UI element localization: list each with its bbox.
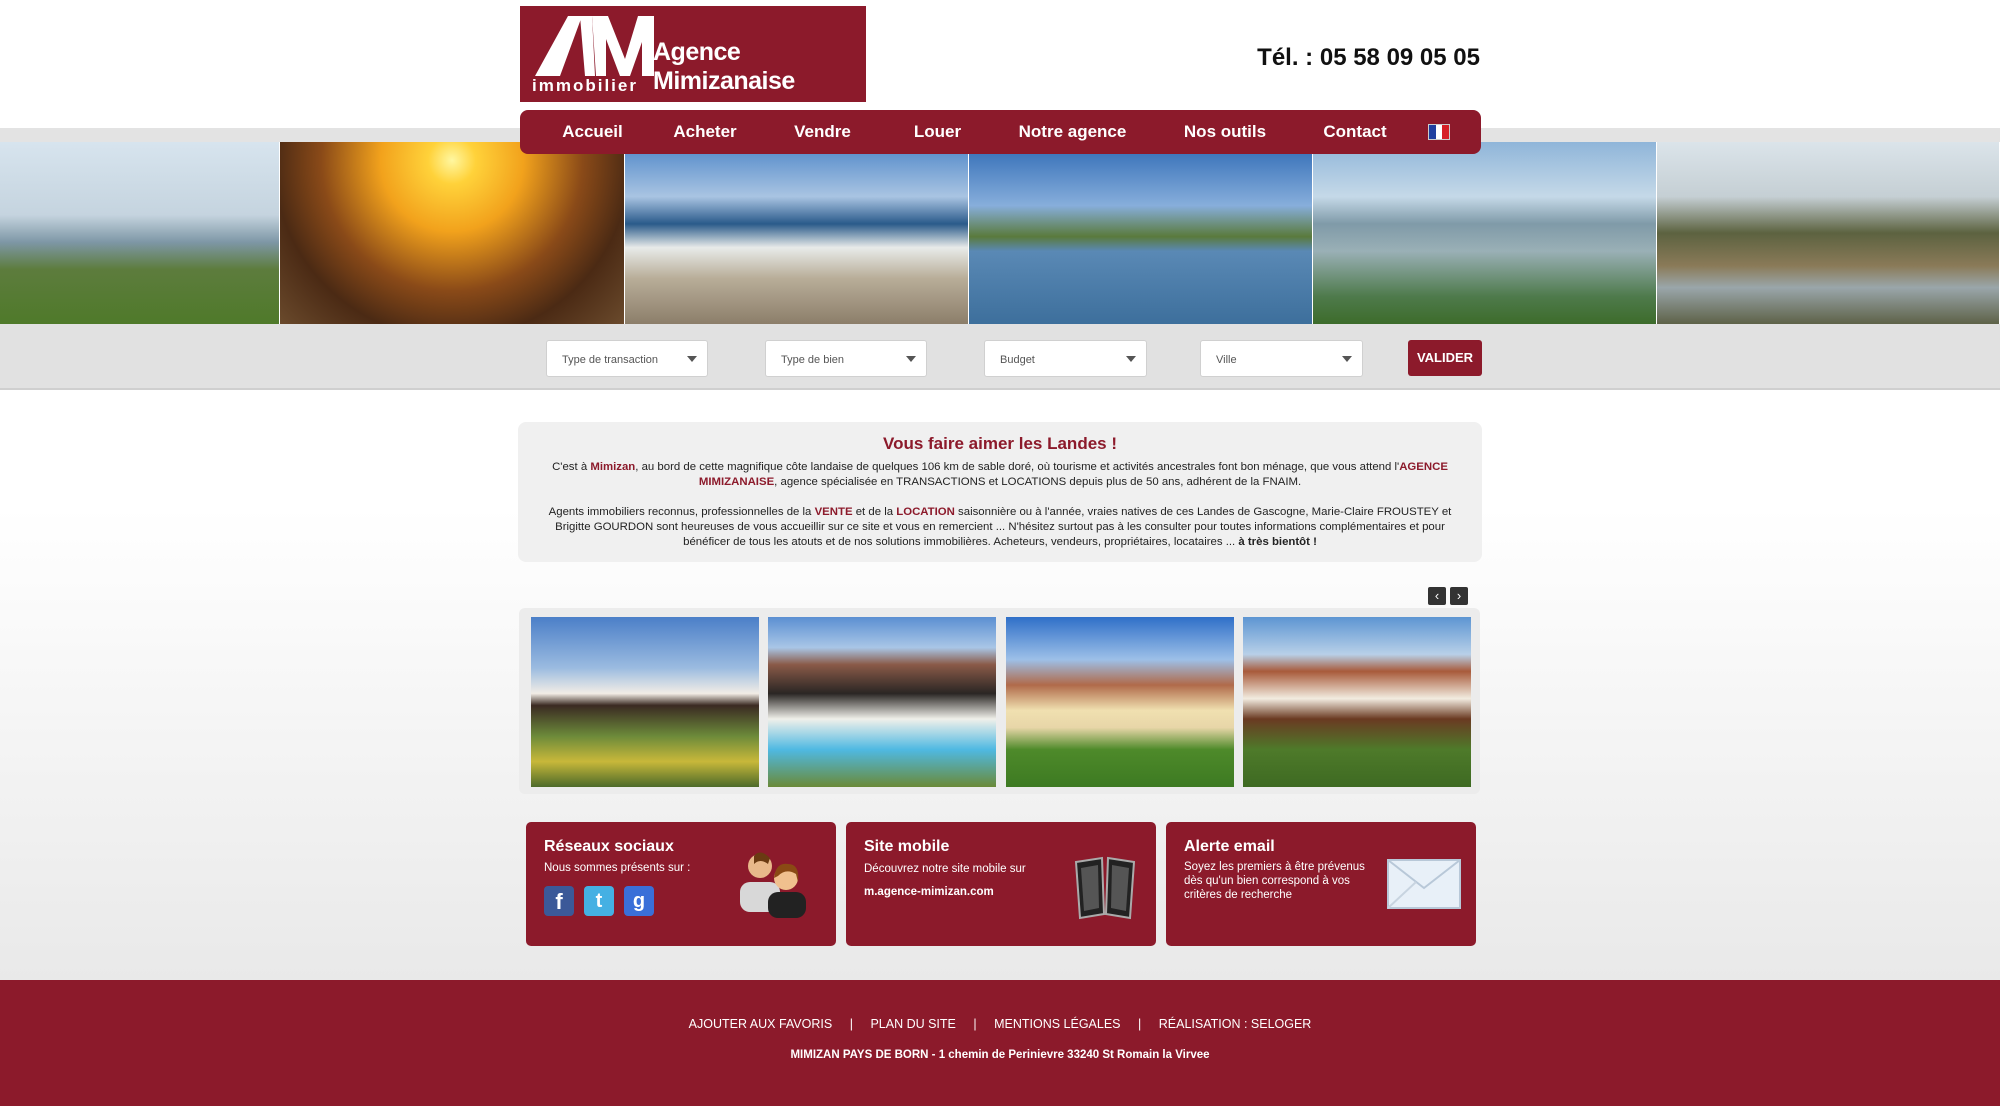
footer-link-realisation[interactable]: RÉALISATION : SELOGER (1159, 1017, 1312, 1031)
carousel-prev-button[interactable]: ‹ (1428, 587, 1446, 605)
transaction-type-select[interactable]: Type de transaction (546, 340, 708, 377)
city-select[interactable]: Ville (1200, 340, 1363, 377)
property-type-label: Type de bien (781, 354, 844, 366)
harbor-photo (0, 142, 280, 324)
google-icon[interactable]: g (624, 886, 654, 916)
am-logo-mark (535, 16, 654, 76)
footer-link-plan[interactable]: PLAN DU SITE (870, 1017, 955, 1031)
mobile-title: Site mobile (864, 838, 950, 855)
landscape-photo-strip (0, 142, 2000, 324)
property-photo[interactable] (1006, 617, 1234, 787)
intro-paragraph-2: Agents immobiliers reconnus, professionn… (548, 506, 1452, 548)
mobile-text: Découvrez notre site mobile sur (864, 863, 1026, 875)
footer-links: AJOUTER AUX FAVORIS | PLAN DU SITE | MEN… (0, 1017, 2000, 1031)
footer-separator: | (973, 1017, 977, 1031)
property-photo[interactable] (768, 617, 996, 787)
nav-louer[interactable]: Louer (880, 122, 995, 142)
nav-vendre[interactable]: Vendre (765, 122, 880, 142)
chevron-down-icon (1126, 356, 1136, 362)
mobile-url[interactable]: m.agence-mimizan.com (864, 885, 994, 899)
beach-boardwalk-photo (625, 142, 969, 324)
mobile-box: Site mobile Découvrez notre site mobile … (846, 822, 1156, 946)
social-box: Réseaux sociaux Nous sommes présents sur… (526, 822, 836, 946)
social-title: Réseaux sociaux (544, 838, 674, 855)
alert-text: Soyez les premiers à être prévenus dès q… (1184, 861, 1365, 901)
logo-subtitle: immobilier (532, 76, 638, 95)
footer-separator: | (1138, 1017, 1142, 1031)
nav-nos-outils[interactable]: Nos outils (1150, 122, 1300, 142)
footer: AJOUTER AUX FAVORIS | PLAN DU SITE | MEN… (0, 980, 2000, 1106)
nav-accueil[interactable]: Accueil (540, 122, 645, 142)
lake-flowers-photo (969, 142, 1313, 324)
footer-address: MIMIZAN PAYS DE BORN - 1 chemin de Perin… (790, 1049, 1210, 1061)
footer-link-favoris[interactable]: AJOUTER AUX FAVORIS (689, 1017, 833, 1031)
city-label: Ville (1216, 354, 1237, 366)
footer-link-mentions[interactable]: MENTIONS LÉGALES (994, 1017, 1120, 1031)
intro-paragraph-1: C'est à Mimizan, au bord de cette magnif… (552, 461, 1448, 488)
intro-panel: Vous faire aimer les Landes ! C'est à Mi… (518, 422, 1482, 562)
people-icon (740, 852, 806, 918)
nav-contact[interactable]: Contact (1300, 122, 1410, 142)
smartphones-icon (1074, 856, 1136, 920)
property-photo[interactable] (531, 617, 759, 787)
property-photo[interactable] (1243, 617, 1471, 787)
property-type-select[interactable]: Type de bien (765, 340, 927, 377)
facebook-icon[interactable]: f (544, 886, 574, 916)
nav-acheter[interactable]: Acheter (645, 122, 765, 142)
budget-select[interactable]: Budget (984, 340, 1147, 377)
budget-label: Budget (1000, 354, 1035, 366)
nav-notre-agence[interactable]: Notre agence (995, 122, 1150, 142)
transaction-type-label: Type de transaction (562, 354, 659, 366)
envelope-icon[interactable] (1386, 858, 1462, 910)
sunset-photo (280, 142, 625, 324)
french-flag-icon[interactable] (1428, 124, 1450, 140)
alert-title: Alerte email (1184, 838, 1275, 855)
footer-separator: | (849, 1017, 853, 1031)
marina-boats-photo (1313, 142, 1657, 324)
phone-number: Tél. : 05 58 09 05 05 (1257, 44, 1480, 71)
validate-button[interactable]: VALIDER (1408, 340, 1482, 376)
email-alert-box: Alerte email Soyez les premiers à être p… (1166, 822, 1476, 946)
logo-name: Agence Mimizanaise (653, 38, 795, 95)
chevron-down-icon (1342, 356, 1352, 362)
logo[interactable]: Agence Mimizanaise immobilier (520, 6, 866, 102)
chevron-down-icon (687, 356, 697, 362)
twitter-icon[interactable]: t (584, 886, 614, 916)
main-nav: Accueil Acheter Vendre Louer Notre agenc… (520, 110, 1481, 154)
chevron-down-icon (906, 356, 916, 362)
intro-title: Vous faire aimer les Landes ! (883, 434, 1117, 453)
carousel-next-button[interactable]: › (1450, 587, 1468, 605)
social-text: Nous sommes présents sur : (544, 862, 691, 874)
pine-lake-photo (1657, 142, 2000, 324)
